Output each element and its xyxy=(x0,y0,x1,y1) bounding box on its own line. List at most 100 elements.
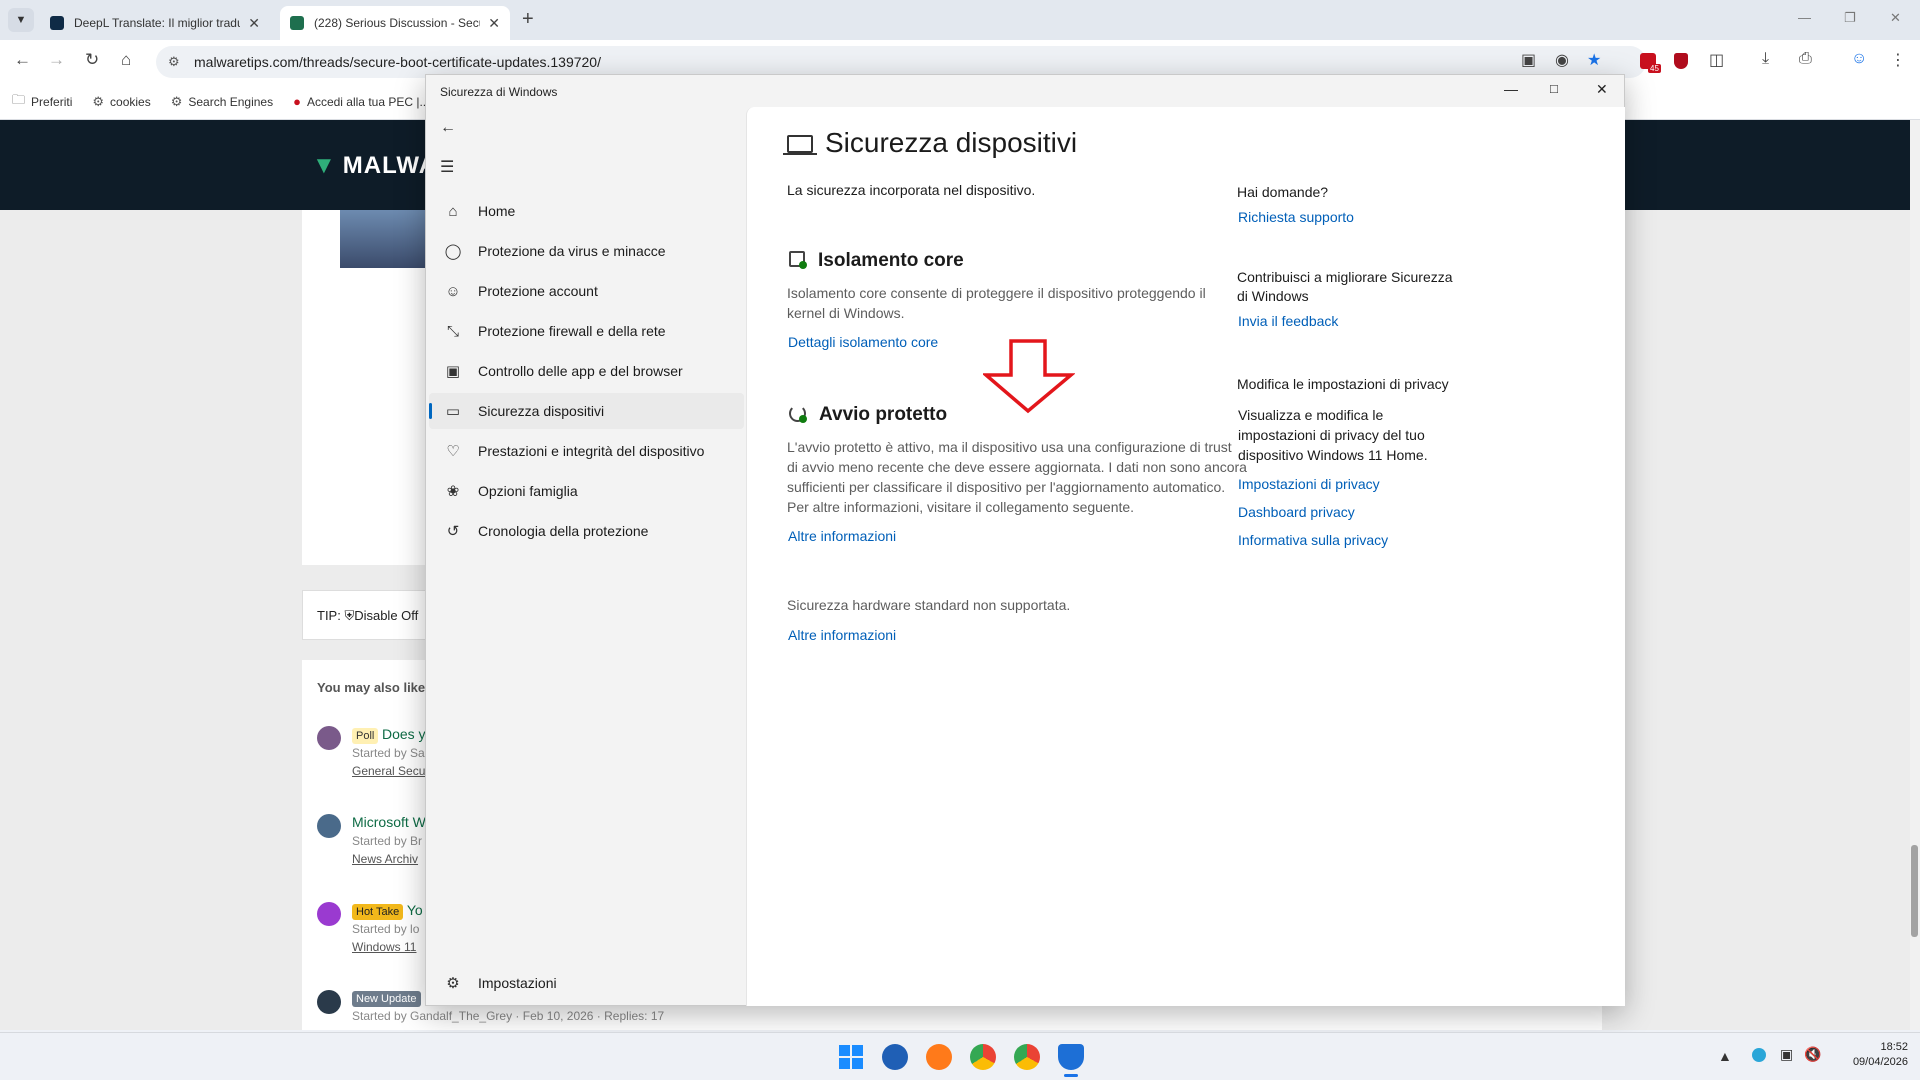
logo-mark-icon: ▼ xyxy=(312,152,337,179)
privacy-dashboard-link[interactable]: Dashboard privacy xyxy=(1238,504,1355,520)
menu-dots-icon[interactable]: ⋮ xyxy=(1890,50,1906,70)
core-isolation-line-1: Isolamento core consente di proteggere i… xyxy=(787,285,1206,301)
back-arrow-icon[interactable]: ← xyxy=(14,50,31,70)
volume-muted-icon[interactable]: 🔇 xyxy=(1804,1046,1821,1063)
site-logo[interactable]: ▼ MALWA xyxy=(312,152,437,180)
secure-boot-line-3: sufficienti per classificare il disposit… xyxy=(787,479,1226,495)
history-icon: ↺ xyxy=(446,523,460,540)
tab-malwaretips[interactable]: (228) Serious Discussion - Secu ✕ xyxy=(280,6,510,40)
core-isolation-details-link[interactable]: Dettagli isolamento core xyxy=(788,334,938,350)
secure-boot-line-2: di avvio meno recente che deve essere ag… xyxy=(787,459,1247,475)
window-title: Sicurezza di Windows xyxy=(440,85,558,99)
sidebar-item-device-performance[interactable]: ♡ Prestazioni e integrità del dispositivo xyxy=(429,433,744,469)
status-ok-icon xyxy=(799,415,807,423)
secure-boot-line-4: Per altre informazioni, visitare il coll… xyxy=(787,499,1135,515)
home-icon: ⌂ xyxy=(448,202,458,220)
privacy-desc-line-2: impostazioni di privacy del tuo xyxy=(1238,427,1425,443)
bookmark-search-engines[interactable]: ⚙ Search Engines xyxy=(171,94,273,110)
sidebar-item-home[interactable]: ⌂ Home xyxy=(429,193,744,229)
minimize-icon[interactable]: — xyxy=(1798,10,1811,25)
sidebar-item-app-browser-control[interactable]: ▣ Controllo delle app e del browser xyxy=(429,353,744,389)
privacy-desc-line-1: Visualizza e modifica le xyxy=(1238,407,1384,423)
sidebar-item-family-options[interactable]: ❀ Opzioni famiglia xyxy=(429,473,744,509)
active-app-indicator xyxy=(1064,1074,1078,1077)
bookmark-preferiti[interactable]: 🗀 Preferiti xyxy=(12,91,72,113)
sidebar-item-protection-history[interactable]: ↺ Cronologia della protezione xyxy=(429,513,744,549)
tab-search-button[interactable]: ▼ xyxy=(8,8,34,32)
laptop-icon xyxy=(787,135,813,153)
tracking-eye-icon[interactable]: ◉ xyxy=(1555,50,1569,70)
privacy-desc-line-3: dispositivo Windows 11 Home. xyxy=(1238,447,1428,463)
hamburger-menu-icon[interactable]: ☰ xyxy=(440,157,454,177)
secure-boot-line-1: L'avvio protetto è attivo, ma il disposi… xyxy=(787,439,1232,455)
avatar xyxy=(317,902,341,926)
site-info-icon[interactable]: ⚙ xyxy=(168,54,180,70)
pec-icon: ● xyxy=(293,94,301,109)
install-app-icon[interactable]: ▣ xyxy=(1521,50,1536,70)
send-feedback-link[interactable]: Invia il feedback xyxy=(1238,313,1338,329)
avatar xyxy=(340,210,428,268)
close-icon[interactable]: ✕ xyxy=(1890,10,1901,26)
minimize-icon[interactable]: — xyxy=(1504,81,1518,97)
maximize-icon[interactable]: □ xyxy=(1550,81,1558,96)
sidebar-item-settings[interactable]: ⚙ Impostazioni xyxy=(429,965,744,1001)
tray-app-icon[interactable]: ▲ xyxy=(1718,1048,1732,1064)
bookmark-star-icon[interactable]: ★ xyxy=(1587,50,1601,70)
back-arrow-icon[interactable]: ← xyxy=(440,119,456,137)
firefox-icon[interactable] xyxy=(926,1044,952,1070)
privacy-title: Modifica le impostazioni di privacy xyxy=(1237,376,1449,392)
clock-time: 18:52 xyxy=(1880,1041,1908,1053)
clock-date: 09/04/2026 xyxy=(1852,1056,1908,1068)
new-tab-button[interactable]: + xyxy=(522,8,534,31)
main-content: Sicurezza dispositivi La sicurezza incor… xyxy=(746,107,1625,1006)
list-item[interactable]: Poll Does y Started by Sa General Secu xyxy=(352,726,426,778)
person-icon: ☺ xyxy=(445,282,461,300)
poll-badge: Poll xyxy=(352,728,379,744)
chrome-profile-icon[interactable] xyxy=(1014,1044,1040,1070)
download-icon[interactable]: ⤓ xyxy=(1762,50,1769,68)
ublock-shield-icon[interactable] xyxy=(1674,53,1688,69)
sidebar-item-virus-protection[interactable]: ◯ Protezione da virus e minacce xyxy=(429,233,744,269)
restore-icon[interactable]: ❐ xyxy=(1844,10,1856,26)
network-icon[interactable]: ▣ xyxy=(1780,1046,1793,1063)
secure-boot-more-info-link[interactable]: Altre informazioni xyxy=(788,528,896,544)
support-request-link[interactable]: Richiesta supporto xyxy=(1238,209,1354,225)
sidebar-item-device-security[interactable]: ▭ Sicurezza dispositivi xyxy=(429,393,744,429)
sidebar-item-account-protection[interactable]: ☺ Protezione account xyxy=(429,273,744,309)
list-item[interactable]: Microsoft W Started by Br News Archiv xyxy=(352,814,426,866)
list-item[interactable]: Hot Take Yo Started by lo Windows 11 xyxy=(352,902,423,954)
profile-icon[interactable]: ☺ xyxy=(1851,50,1867,68)
sidebar-item-firewall[interactable]: ⤡ Protezione firewall e della rete xyxy=(429,313,744,349)
bookmark-cookies[interactable]: ⚙ cookies xyxy=(92,94,150,110)
print-icon[interactable]: ⎙ xyxy=(1799,50,1812,68)
windows-security-window: Sicurezza di Windows — □ ✕ ← ☰ ⌂ Home ◯ Pr… xyxy=(425,74,1625,1006)
gear-icon: ⚙ xyxy=(92,93,105,109)
hardware-more-info-link[interactable]: Altre informazioni xyxy=(788,627,896,643)
tray-edge-icon[interactable] xyxy=(1752,1048,1766,1062)
privacy-statement-link[interactable]: Informativa sulla privacy xyxy=(1238,532,1388,548)
taskbar xyxy=(0,1032,1920,1080)
close-tab-icon[interactable]: ✕ xyxy=(248,15,260,32)
tab-deepl[interactable]: DeepL Translate: Il miglior tradu ✕ xyxy=(40,6,270,40)
gear-icon: ⚙ xyxy=(170,93,183,109)
hot-take-badge: Hot Take xyxy=(352,904,404,920)
reload-icon[interactable]: ↻ xyxy=(85,50,99,70)
url-text: malwaretips.com/threads/secure-boot-cert… xyxy=(194,54,601,70)
windows-security-taskbar-icon[interactable] xyxy=(1058,1044,1084,1070)
avatar xyxy=(317,814,341,838)
close-tab-icon[interactable]: ✕ xyxy=(488,15,500,32)
laptop-icon: ▭ xyxy=(445,403,461,420)
thunderbird-icon[interactable] xyxy=(882,1044,908,1070)
forward-arrow-icon[interactable]: → xyxy=(48,50,65,70)
windows-start-icon[interactable] xyxy=(838,1044,864,1070)
close-icon[interactable]: ✕ xyxy=(1596,81,1608,98)
chrome-icon[interactable] xyxy=(970,1044,996,1070)
bookmark-pec[interactable]: ● Accedi alla tua PEC |... xyxy=(293,94,429,109)
extensions-puzzle-icon[interactable]: ◫ xyxy=(1709,50,1724,70)
red-down-arrow-annotation xyxy=(983,339,1075,414)
privacy-settings-link[interactable]: Impostazioni di privacy xyxy=(1238,476,1380,492)
tray-clock[interactable]: 18:52 09/04/2026 xyxy=(1848,1041,1908,1068)
app-window-icon: ▣ xyxy=(445,363,461,380)
scrollbar-thumb[interactable] xyxy=(1911,845,1918,937)
home-icon[interactable]: ⌂ xyxy=(121,50,131,70)
